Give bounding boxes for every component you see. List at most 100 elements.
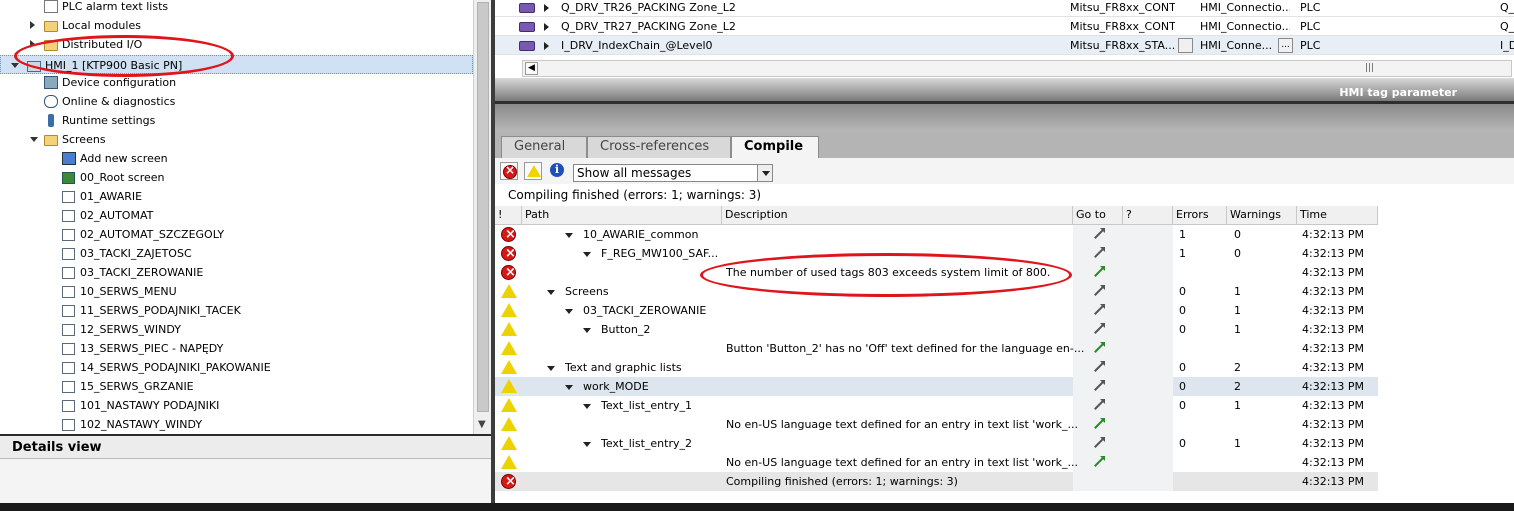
col-path[interactable]: Path (522, 206, 722, 225)
chevron-right-icon[interactable] (544, 4, 549, 12)
table-row[interactable]: Text and graphic lists 0 2 4:32:13 PM (495, 358, 1378, 377)
tree-item[interactable]: 15_SERWS_GRZANIE (0, 377, 473, 396)
goto-arrow-icon[interactable] (1092, 266, 1105, 278)
goto-arrow-icon[interactable] (1092, 418, 1105, 430)
filter-info-icon[interactable] (548, 162, 566, 180)
tag-connection-ellipsis-button[interactable]: ... (1278, 38, 1293, 53)
filter-errors-icon[interactable] (500, 162, 518, 180)
chevron-down-icon[interactable] (583, 252, 591, 257)
goto-arrow-icon[interactable] (1092, 456, 1105, 468)
table-row[interactable]: Button_2 0 1 4:32:13 PM (495, 320, 1378, 339)
col-description[interactable]: Description (722, 206, 1073, 225)
tree-item[interactable]: Device configuration (0, 73, 473, 92)
chevron-down-icon[interactable] (565, 385, 573, 390)
tree-item[interactable]: Add new screen (0, 149, 473, 168)
warning-icon (501, 417, 517, 431)
tree-item[interactable]: 14_SERWS_PODAJNIKI_PAKOWANIE (0, 358, 473, 377)
goto-arrow-icon[interactable] (1092, 304, 1105, 316)
errors-cell-bg (1123, 263, 1173, 282)
tree-item[interactable]: 102_NASTAWY_WINDY (0, 415, 473, 434)
chevron-down-icon[interactable] (583, 404, 591, 409)
col-errors[interactable]: Errors (1173, 206, 1227, 225)
tree-item[interactable]: PLC alarm text lists (0, 0, 473, 16)
goto-arrow-icon[interactable] (1092, 380, 1105, 392)
details-view-header[interactable]: Details view (0, 434, 491, 459)
table-row[interactable]: No en-US language text defined for an en… (495, 453, 1378, 472)
tag-table-hscrollbar[interactable]: ◀ ||| (522, 60, 1512, 77)
row-time: 4:32:13 PM (1302, 437, 1365, 450)
chevron-down-icon[interactable] (565, 233, 573, 238)
goto-arrow-icon[interactable] (1092, 323, 1105, 335)
tab-compile[interactable]: Compile (731, 136, 819, 159)
table-row[interactable]: Text_list_entry_1 0 1 4:32:13 PM (495, 396, 1378, 415)
goto-arrow-icon[interactable] (1092, 437, 1105, 449)
chevron-down-icon[interactable] (565, 309, 573, 314)
tag-type-select-icon[interactable] (1178, 38, 1193, 53)
row-errors: 1 (1179, 228, 1186, 241)
goto-arrow-icon[interactable] (1092, 285, 1105, 297)
chevron-down-icon[interactable] (547, 290, 555, 295)
tree-item-label: 03_TACKI_ZEROWANIE (80, 266, 204, 279)
tree-item-label: Local modules (62, 19, 141, 32)
goto-arrow-icon[interactable] (1092, 399, 1105, 411)
chevron-right-icon[interactable] (544, 42, 549, 50)
tree-item-label: 01_AWARIE (80, 190, 143, 203)
tree-scrollbar-thumb[interactable] (477, 2, 489, 412)
tag-row[interactable]: I_DRV_IndexChain_@Level0 Mitsu_FR8xx_STA.… (495, 36, 1514, 55)
tree-scrollbar[interactable]: ▼ (473, 0, 491, 434)
row-time: 4:32:13 PM (1302, 228, 1365, 241)
scroll-grip-icon[interactable]: ||| (1365, 63, 1374, 73)
chevron-right-icon[interactable] (30, 21, 35, 29)
chevron-down-icon[interactable] (583, 442, 591, 447)
scroll-down-icon[interactable]: ▼ (478, 419, 486, 430)
tree-item[interactable]: 00_Root screen (0, 168, 473, 187)
table-row[interactable]: work_MODE 0 2 4:32:13 PM (495, 377, 1378, 396)
tree-item[interactable]: 03_TACKI_ZEROWANIE (0, 263, 473, 282)
chevron-down-icon[interactable] (11, 63, 19, 68)
col-question[interactable]: ? (1123, 206, 1173, 225)
tab-general[interactable]: General (501, 136, 587, 158)
tree-item[interactable]: 10_SERWS_MENU (0, 282, 473, 301)
tree-item[interactable]: Online & diagnostics (0, 92, 473, 111)
tree-item[interactable]: 02_AUTOMAT (0, 206, 473, 225)
table-row[interactable]: 10_AWARIE_common 1 0 4:32:13 PM (495, 225, 1378, 244)
filter-warnings-icon[interactable] (524, 162, 542, 180)
chevron-right-icon[interactable] (544, 23, 549, 31)
row-warnings: 1 (1234, 437, 1241, 450)
col-flag[interactable]: ! (495, 206, 522, 225)
chevron-down-icon[interactable] (547, 366, 555, 371)
tree-item[interactable]: 101_NASTAWY PODAJNIKI (0, 396, 473, 415)
table-row[interactable]: Compiling finished (errors: 1; warnings:… (495, 472, 1378, 491)
tree-item[interactable]: Local modules (0, 16, 473, 35)
chevron-down-icon[interactable] (30, 137, 38, 142)
tree-item[interactable]: Runtime settings (0, 111, 473, 130)
goto-arrow-icon[interactable] (1092, 342, 1105, 354)
tag-plc: PLC (1300, 20, 1321, 33)
chevron-down-icon[interactable] (757, 165, 772, 181)
col-warnings[interactable]: Warnings (1227, 206, 1297, 225)
table-row[interactable]: Text_list_entry_2 0 1 4:32:13 PM (495, 434, 1378, 453)
tree-item[interactable]: 03_TACKI_ZAJETOSC (0, 244, 473, 263)
col-time[interactable]: Time (1297, 206, 1378, 225)
table-row[interactable]: Button 'Button_2' has no 'Off' text defi… (495, 339, 1378, 358)
tree-item[interactable]: 11_SERWS_PODAJNIKI_TACEK (0, 301, 473, 320)
tab-cross-references[interactable]: Cross-references (587, 136, 731, 158)
tag-row[interactable]: Q_DRV_TR27_PACKING Zone_L2 Mitsu_FR8xx_CO… (495, 17, 1514, 36)
goto-arrow-icon[interactable] (1092, 228, 1105, 240)
row-warnings: 1 (1234, 304, 1241, 317)
tree-item[interactable]: 13_SERWS_PIEC - NAPĘDY (0, 339, 473, 358)
tree-item[interactable]: 02_AUTOMAT_SZCZEGOLY (0, 225, 473, 244)
col-goto[interactable]: Go to (1073, 206, 1123, 225)
tree-item[interactable]: Screens (0, 130, 473, 149)
goto-arrow-icon[interactable] (1092, 361, 1105, 373)
chevron-down-icon[interactable] (583, 328, 591, 333)
tree-item[interactable]: 01_AWARIE (0, 187, 473, 206)
goto-arrow-icon[interactable] (1092, 247, 1105, 259)
tree-item[interactable]: 12_SERWS_WINDY (0, 320, 473, 339)
table-row[interactable]: No en-US language text defined for an en… (495, 415, 1378, 434)
table-row[interactable]: 03_TACKI_ZEROWANIE 0 1 4:32:13 PM (495, 301, 1378, 320)
message-filter-select[interactable]: Show all messages (573, 164, 773, 182)
tag-row[interactable]: Q_DRV_TR26_PACKING Zone_L2 Mitsu_FR8xx_CO… (495, 0, 1514, 17)
scroll-left-icon[interactable]: ◀ (525, 62, 538, 75)
row-time: 4:32:13 PM (1302, 456, 1365, 469)
